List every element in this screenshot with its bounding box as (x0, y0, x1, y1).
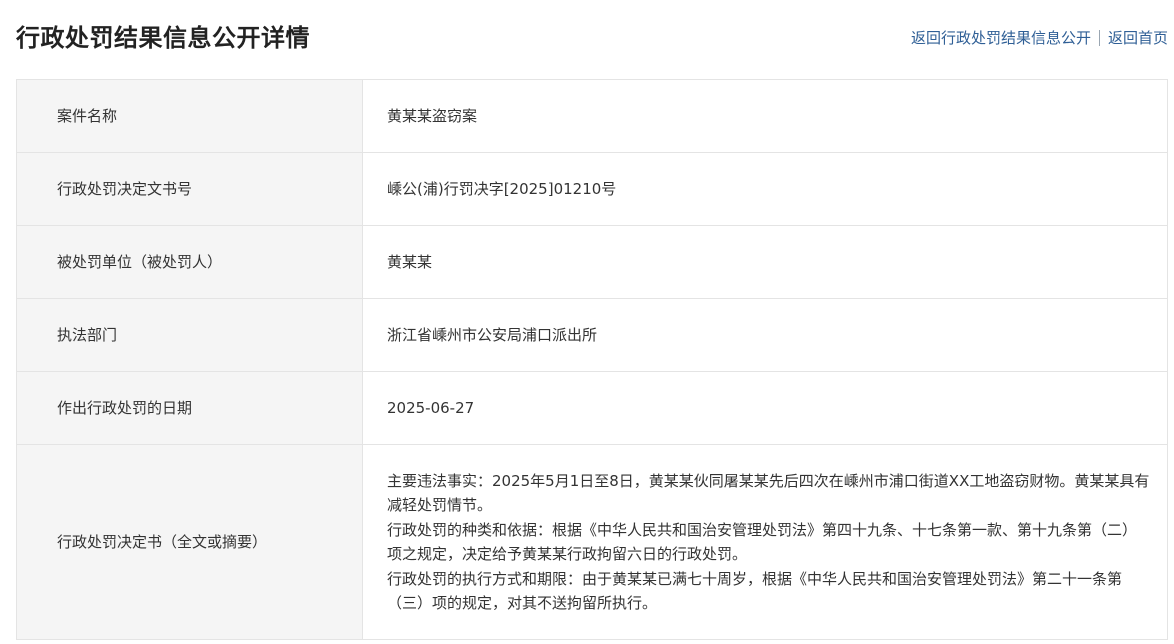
penalized-party-value: 黄某某 (362, 225, 1168, 299)
page-header: 行政处罚结果信息公开详情 返回行政处罚结果信息公开 返回首页 (0, 0, 1174, 78)
link-divider (1098, 30, 1100, 46)
decision-date-value: 2025-06-27 (362, 371, 1168, 445)
decision-document-label: 行政处罚决定书（全文或摘要） (16, 444, 363, 640)
table-row-document-number: 行政处罚决定文书号 嵊公(浦)行罚决字[2025]01210号 (16, 152, 1168, 226)
penalty-detail-table: 案件名称 黄某某盗窃案 行政处罚决定文书号 嵊公(浦)行罚决字[2025]012… (16, 79, 1168, 640)
penalized-party-label: 被处罚单位（被处罚人） (16, 225, 363, 299)
penalty-basis-paragraph: 行政处罚的种类和依据：根据《中华人民共和国治安管理处罚法》第四十九条、十七条第一… (387, 520, 1138, 564)
case-name-label: 案件名称 (16, 79, 363, 153)
penalty-execution-paragraph: 行政处罚的执行方式和期限：由于黄某某已满七十周岁，根据《中华人民共和国治安管理处… (387, 569, 1123, 613)
document-number-label: 行政处罚决定文书号 (16, 152, 363, 226)
enforcement-department-value: 浙江省嵊州市公安局浦口派出所 (362, 298, 1168, 372)
case-name-value: 黄某某盗窃案 (362, 79, 1168, 153)
table-row-case-name: 案件名称 黄某某盗窃案 (16, 79, 1168, 153)
page-title: 行政处罚结果信息公开详情 (16, 24, 310, 52)
enforcement-department-label: 执法部门 (16, 298, 363, 372)
table-row-decision-date: 作出行政处罚的日期 2025-06-27 (16, 371, 1168, 445)
violation-facts-paragraph: 主要违法事实：2025年5月1日至8日，黄某某伙同屠某某先后四次在嵊州市浦口街道… (387, 471, 1150, 515)
table-row-enforcement-department: 执法部门 浙江省嵊州市公安局浦口派出所 (16, 298, 1168, 372)
header-links: 返回行政处罚结果信息公开 返回首页 (911, 27, 1168, 49)
decision-document-value: 主要违法事实：2025年5月1日至8日，黄某某伙同屠某某先后四次在嵊州市浦口街道… (362, 444, 1168, 640)
back-to-home-link[interactable]: 返回首页 (1108, 27, 1168, 49)
decision-date-label: 作出行政处罚的日期 (16, 371, 363, 445)
table-row-penalized-party: 被处罚单位（被处罚人） 黄某某 (16, 225, 1168, 299)
table-row-decision-document: 行政处罚决定书（全文或摘要） 主要违法事实：2025年5月1日至8日，黄某某伙同… (16, 444, 1168, 640)
back-to-penalty-list-link[interactable]: 返回行政处罚结果信息公开 (911, 27, 1091, 49)
document-number-value: 嵊公(浦)行罚决字[2025]01210号 (362, 152, 1168, 226)
